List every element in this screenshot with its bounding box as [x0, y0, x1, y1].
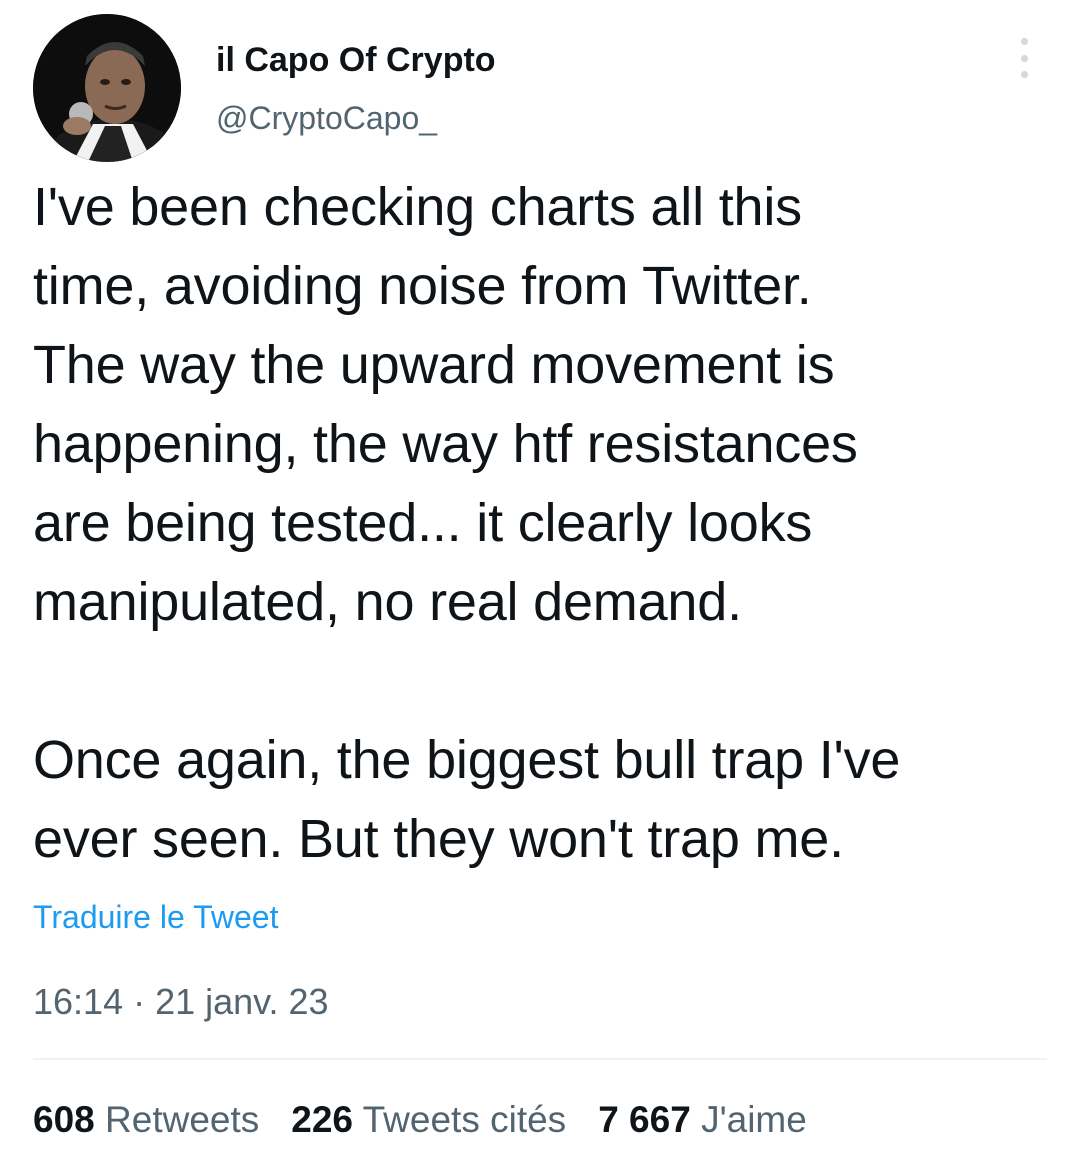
- quote-tweets-stat[interactable]: 226 Tweets cités: [291, 1096, 566, 1144]
- tweet-stats: 608 Retweets 226 Tweets cités 7 667 J'ai…: [33, 1096, 839, 1144]
- dot-icon: [1020, 71, 1028, 78]
- likes-count: 7 667: [598, 1099, 691, 1140]
- more-options-icon[interactable]: [1008, 38, 1040, 78]
- retweets-count: 608: [33, 1099, 95, 1140]
- tweet-text: I've been checking charts all this time,…: [33, 168, 1043, 879]
- tweet-paragraph: Once again, the biggest bull trap I've e…: [33, 730, 901, 869]
- translate-tweet-link[interactable]: Traduire le Tweet: [33, 895, 278, 939]
- author-handle[interactable]: @CryptoCapo_: [216, 96, 437, 140]
- divider: [33, 1058, 1047, 1060]
- author-avatar[interactable]: [33, 14, 181, 162]
- tweet-timestamp[interactable]: 16:14 · 21 janv. 23: [33, 979, 329, 1025]
- retweets-stat[interactable]: 608 Retweets: [33, 1096, 259, 1144]
- tweet-card: il Capo Of Crypto @CryptoCapo_ I've been…: [0, 0, 1080, 1163]
- tweet-paragraph: I've been checking charts all this time,…: [33, 177, 858, 632]
- dot-icon: [1020, 54, 1028, 62]
- dot-icon: [1020, 38, 1028, 45]
- quotes-label: Tweets cités: [362, 1099, 567, 1140]
- author-name[interactable]: il Capo Of Crypto: [216, 38, 496, 82]
- retweets-label: Retweets: [105, 1099, 260, 1140]
- likes-label: J'aime: [701, 1099, 807, 1140]
- likes-stat[interactable]: 7 667 J'aime: [598, 1096, 807, 1144]
- avatar-image: [33, 14, 181, 162]
- quotes-count: 226: [291, 1099, 353, 1140]
